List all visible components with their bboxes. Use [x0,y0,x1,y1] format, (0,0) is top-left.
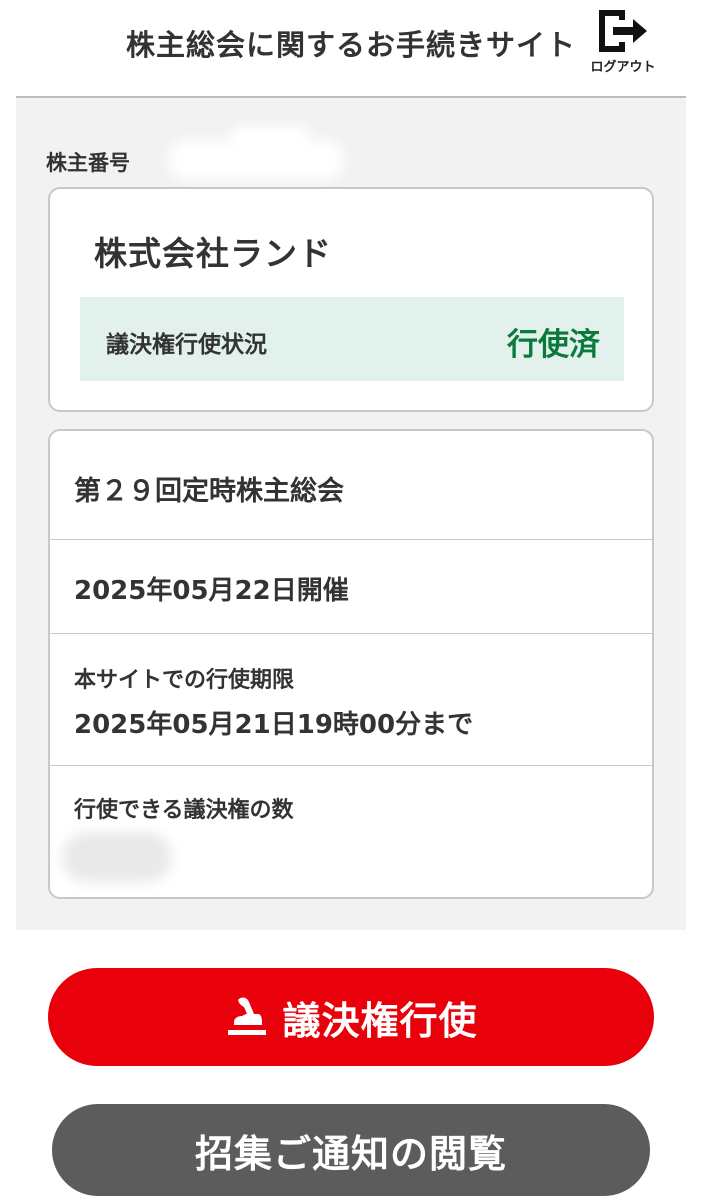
header: 株主総会に関するお手続きサイト ログアウト [0,0,702,96]
meeting-date: 2025年05月22日開催 [74,576,349,606]
view-convocation-notice-button[interactable]: 招集ご通知の閲覧 [52,1104,650,1196]
shareholder-number-label: 株主番号 [46,151,130,175]
view-convocation-notice-label: 招集ご通知の閲覧 [194,1131,507,1176]
meeting-title-row: 第２９回定時株主総会 [50,431,652,540]
voting-status-label: 議決権行使状況 [106,332,267,358]
logout-button[interactable]: ログアウト [568,6,664,78]
meeting-date-row: 2025年05月22日開催 [50,540,652,634]
stamp-icon [228,997,267,1035]
redaction-mask [230,126,310,150]
exercise-voting-rights-button[interactable]: 議決権行使 [48,968,654,1066]
deadline-label: 本サイトでの行使期限 [74,668,295,693]
logout-icon [599,10,647,52]
deadline-value: 2025年05月21日19時00分まで [74,710,474,740]
meeting-title: 第２９回定時株主総会 [74,476,344,507]
company-name: 株式会社ランド [94,234,332,273]
meeting-info-card: 第２９回定時株主総会 2025年05月22日開催 本サイトでの行使期限 2025… [48,429,654,899]
exercise-voting-rights-label: 議決権行使 [282,998,478,1043]
logout-label: ログアウト [590,60,656,75]
voting-status-box: 議決権行使状況 行使済 [80,297,624,381]
redaction-mask [62,832,172,882]
company-card: 株式会社ランド 議決権行使状況 行使済 [48,187,654,412]
votes-row: 行使できる議決権の数 [50,766,652,897]
deadline-row: 本サイトでの行使期限 2025年05月21日19時00分まで [50,634,652,766]
votes-label: 行使できる議決権の数 [74,798,294,823]
voting-status-value: 行使済 [507,327,600,363]
